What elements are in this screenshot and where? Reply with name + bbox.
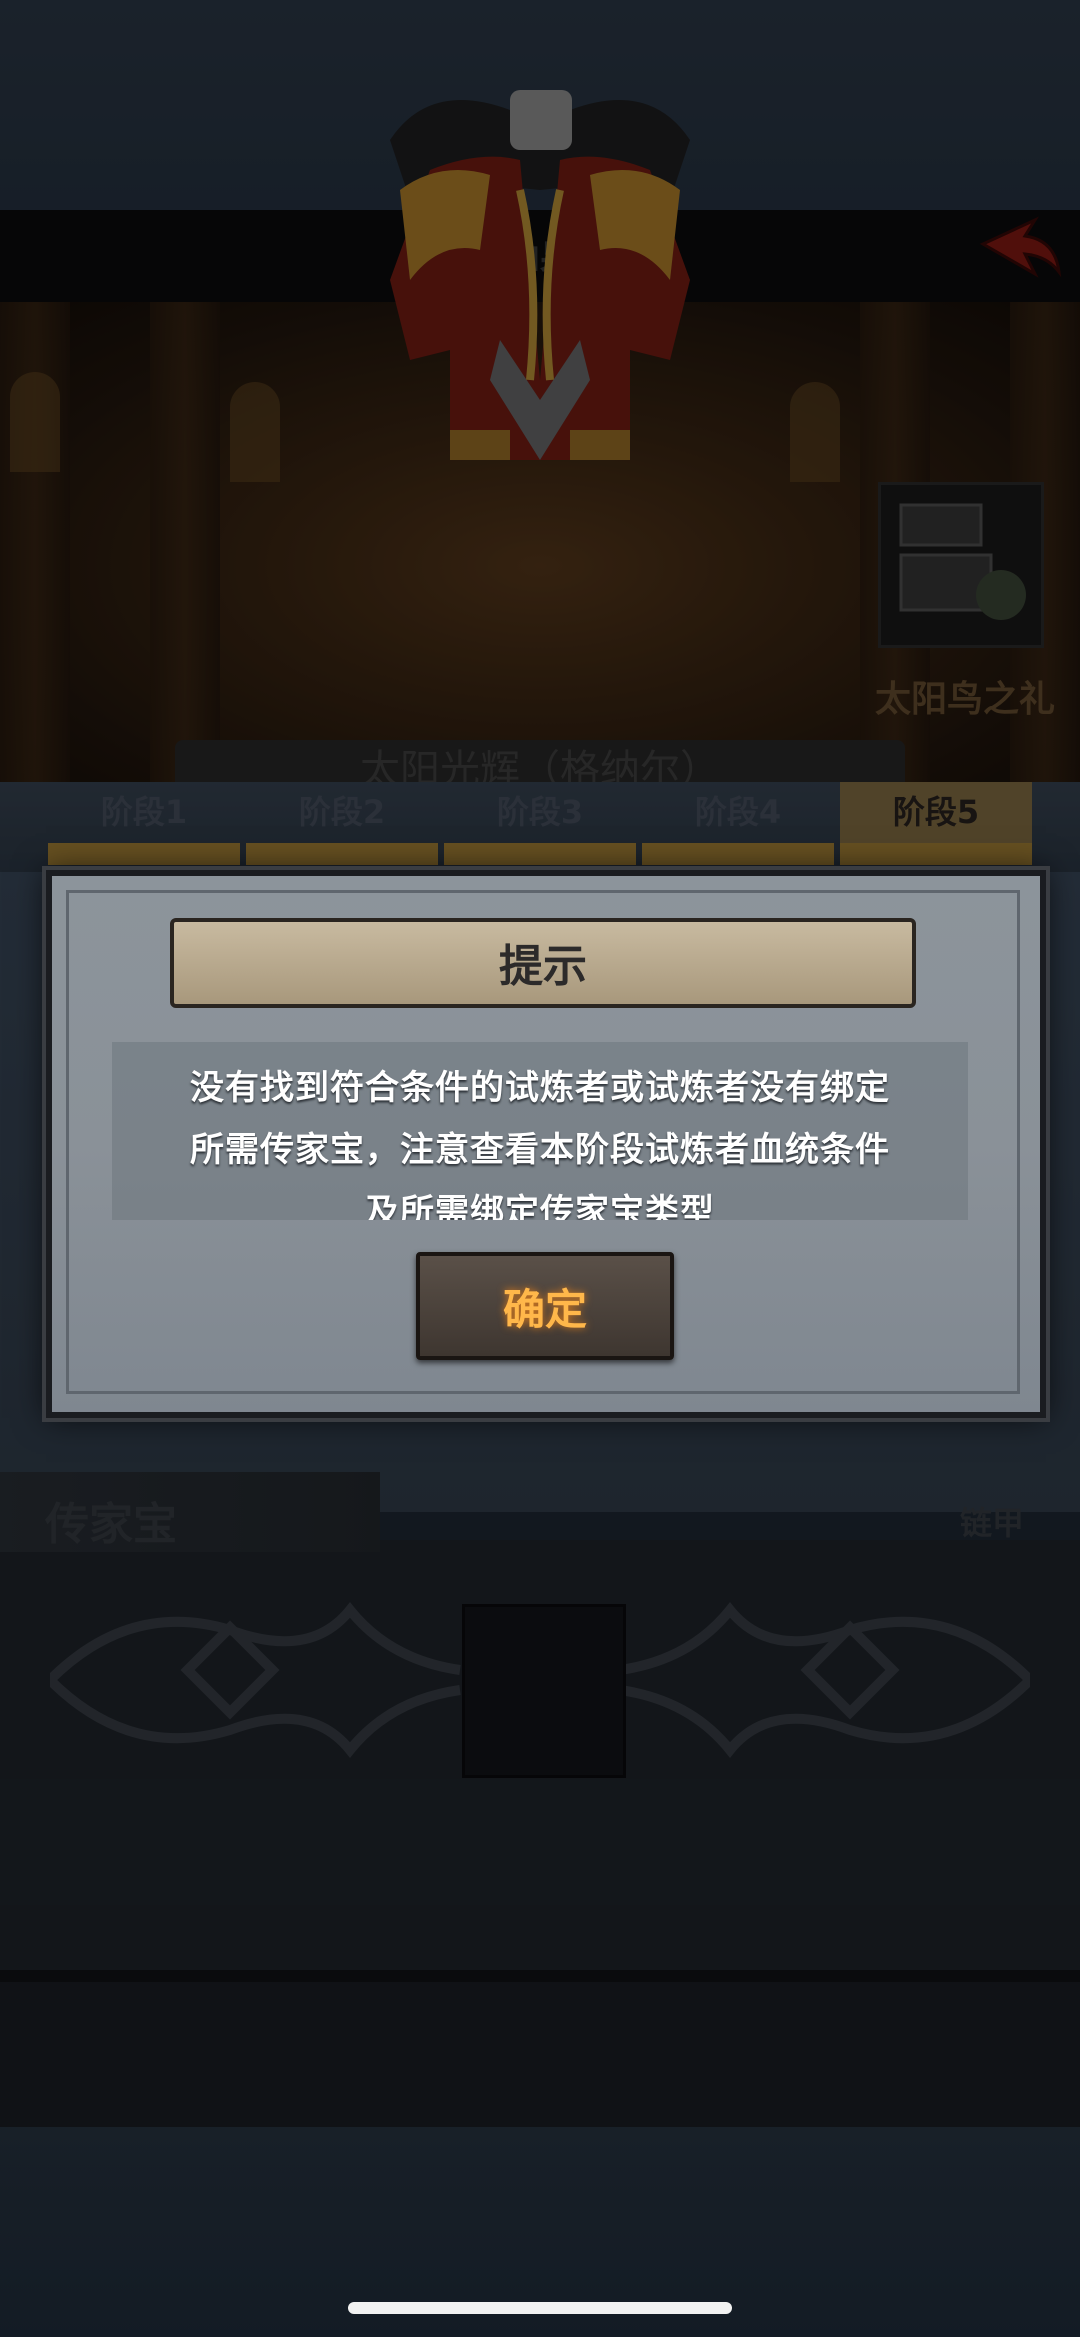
- dialog-title: 提示: [499, 941, 587, 992]
- home-indicator[interactable]: [348, 2302, 732, 2314]
- dialog-message: 没有找到符合条件的试炼者或试炼者没有绑定 所需传家宝，注意查看本阶段试炼者血统条…: [112, 1042, 968, 1220]
- message-line-3: 及所需绑定传家宝类型: [365, 1192, 715, 1220]
- message-line-2: 所需传家宝，注意查看本阶段试炼者血统条件: [190, 1130, 890, 1170]
- message-line-1: 没有找到符合条件的试炼者或试炼者没有绑定: [190, 1068, 890, 1108]
- confirm-button-label[interactable]: 确定: [416, 1276, 674, 1337]
